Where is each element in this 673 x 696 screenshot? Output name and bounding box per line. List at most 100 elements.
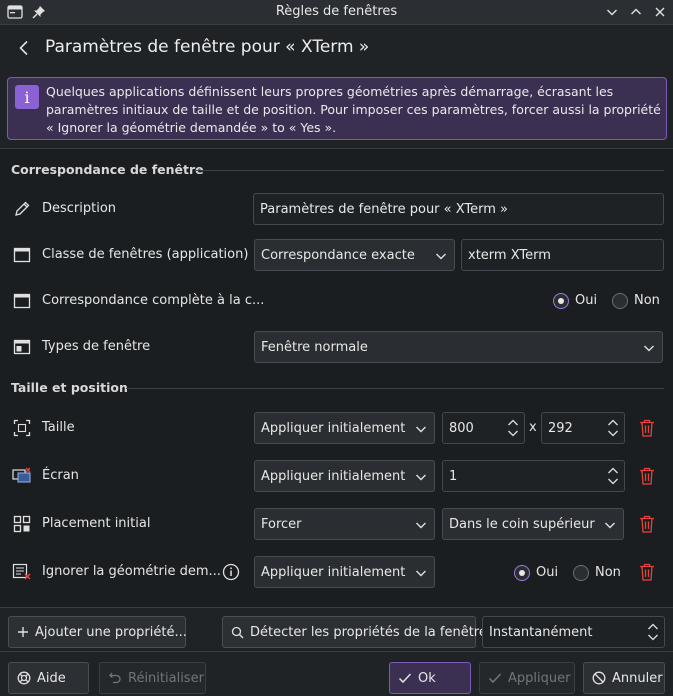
reset-icon xyxy=(109,672,121,684)
delete-size-trash-icon[interactable] xyxy=(638,418,656,438)
description-label: Description xyxy=(42,201,117,216)
chevron-down-icon xyxy=(416,522,426,529)
spin-arrows-icon[interactable] xyxy=(606,416,620,440)
ignore-geometry-label: Ignorer la géométrie dem... xyxy=(42,564,221,579)
maximize-icon[interactable] xyxy=(626,2,646,22)
chevron-down-icon xyxy=(416,474,426,481)
width-value: 800 xyxy=(449,420,474,436)
title-bar: Règles de fenêtres xyxy=(0,0,673,25)
placement-policy-value: Forcer xyxy=(261,516,302,532)
apply-label: Appliquer xyxy=(508,670,571,686)
add-property-button[interactable]: Ajouter une propriété... xyxy=(8,616,187,648)
window-icon xyxy=(12,291,32,311)
whole-class-label: Correspondance complète à la c... xyxy=(42,293,265,308)
resize-icon xyxy=(12,418,32,438)
chevron-down-icon xyxy=(416,570,426,577)
close-icon[interactable] xyxy=(650,2,670,22)
reset-button[interactable]: Réinitialiser xyxy=(99,662,206,694)
screen-spinbox[interactable]: 1 xyxy=(442,460,625,492)
placement-value-combo[interactable]: Dans le coin supérieur ga xyxy=(442,508,624,540)
size-separator: x xyxy=(529,420,537,435)
window-types-combo[interactable]: Fenêtre normale xyxy=(254,331,663,363)
check-icon xyxy=(398,673,412,684)
window-class-input[interactable]: xterm XTerm xyxy=(461,239,664,271)
detect-delay-spinbox[interactable]: Instantanément xyxy=(482,616,665,648)
cancel-label: Annuler xyxy=(612,670,663,686)
window-types-value: Fenêtre normale xyxy=(261,339,368,355)
whole-class-no-radio[interactable] xyxy=(612,293,628,309)
minimize-icon[interactable] xyxy=(602,2,622,22)
section-title-matching: Correspondance de fenêtre xyxy=(11,162,204,177)
window-class-label: Classe de fenêtres (application) xyxy=(42,247,249,262)
placement-label: Placement initial xyxy=(42,516,151,531)
screen-icon xyxy=(12,466,32,486)
detect-delay-value: Instantanément xyxy=(489,624,593,640)
rules-content[interactable]: Correspondance de fenêtre Description Pa… xyxy=(0,148,673,608)
description-input[interactable]: Paramètres de fenêtre pour « XTerm » xyxy=(253,193,664,225)
info-help-icon[interactable] xyxy=(222,563,240,581)
size-policy-combo[interactable]: Appliquer initialement xyxy=(254,412,435,444)
height-spinbox[interactable]: 292 xyxy=(541,412,625,444)
screen-value: 1 xyxy=(449,468,458,484)
placement-value: Dans le coin supérieur ga xyxy=(449,516,599,532)
help-button[interactable]: Aide xyxy=(8,662,89,694)
ignore-geometry-policy-combo[interactable]: Appliquer initialement xyxy=(254,556,435,588)
window-class-match-value: Correspondance exacte xyxy=(261,247,415,263)
window-title: Règles de fenêtres xyxy=(275,4,398,19)
section-divider xyxy=(126,388,664,389)
whole-class-no-label[interactable]: Non xyxy=(634,293,660,308)
cancel-button[interactable]: Annuler xyxy=(583,662,665,694)
window-class-match-combo[interactable]: Correspondance exacte xyxy=(254,239,455,271)
ignore-geometry-no-radio[interactable] xyxy=(573,565,589,581)
window-types-icon xyxy=(12,337,32,357)
placement-icon xyxy=(12,514,32,534)
info-banner: i Quelques applications définissent leur… xyxy=(7,77,667,140)
page-title: Paramètres de fenêtre pour « XTerm » xyxy=(45,37,370,57)
screen-label: Écran xyxy=(42,468,79,483)
screen-policy-combo[interactable]: Appliquer initialement xyxy=(254,460,435,492)
lifebuoy-icon xyxy=(17,671,31,685)
reset-label: Réinitialiser xyxy=(128,670,204,686)
chevron-down-icon xyxy=(436,253,446,260)
detect-properties-button[interactable]: Détecter les propriétés de la fenêtre xyxy=(222,616,487,648)
plus-icon xyxy=(18,627,28,637)
screen-policy-value: Appliquer initialement xyxy=(261,468,406,484)
ok-label: Ok xyxy=(418,670,436,686)
spin-arrows-icon[interactable] xyxy=(646,620,660,644)
delete-screen-trash-icon[interactable] xyxy=(638,466,656,486)
page-header: Paramètres de fenêtre pour « XTerm » xyxy=(0,26,673,71)
chevron-down-icon xyxy=(416,426,426,433)
footer-divider xyxy=(0,651,673,652)
chevron-left-icon xyxy=(19,40,28,56)
add-property-label: Ajouter une propriété... xyxy=(35,624,187,640)
ignore-geometry-yes-label[interactable]: Oui xyxy=(536,565,558,580)
window-icon xyxy=(12,245,32,265)
check-icon xyxy=(488,673,502,684)
spin-arrows-icon[interactable] xyxy=(506,416,520,440)
width-spinbox[interactable]: 800 xyxy=(442,412,525,444)
size-label: Taille xyxy=(42,420,75,435)
delete-ignore-geometry-trash-icon[interactable] xyxy=(638,562,656,582)
whole-class-yes-radio[interactable] xyxy=(553,293,569,309)
size-policy-value: Appliquer initialement xyxy=(261,420,406,436)
info-banner-text: Quelques applications définissent leurs … xyxy=(46,84,661,135)
cancel-icon xyxy=(592,671,606,685)
search-icon xyxy=(231,626,244,638)
whole-class-yes-label[interactable]: Oui xyxy=(575,293,597,308)
ignore-geometry-policy-value: Appliquer initialement xyxy=(261,564,406,580)
spin-arrows-icon[interactable] xyxy=(606,464,620,488)
section-divider xyxy=(196,170,664,171)
ignore-geometry-no-label[interactable]: Non xyxy=(595,565,621,580)
back-button[interactable] xyxy=(12,36,36,60)
apply-button[interactable]: Appliquer xyxy=(479,662,575,694)
window-types-label: Types de fenêtre xyxy=(42,339,151,354)
delete-placement-trash-icon[interactable] xyxy=(638,514,656,534)
chevron-down-icon xyxy=(605,522,615,529)
height-value: 292 xyxy=(548,420,573,436)
ok-button[interactable]: Ok xyxy=(389,662,471,694)
chevron-down-icon xyxy=(644,345,654,352)
detect-properties-label: Détecter les propriétés de la fenêtre xyxy=(250,624,487,640)
pencil-icon xyxy=(12,199,32,219)
placement-policy-combo[interactable]: Forcer xyxy=(254,508,435,540)
ignore-geometry-yes-radio[interactable] xyxy=(514,565,530,581)
